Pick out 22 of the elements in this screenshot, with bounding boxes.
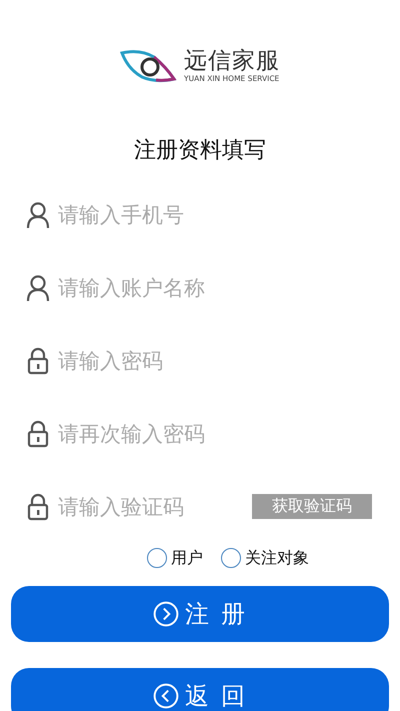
lock-icon xyxy=(26,492,50,520)
lock-icon xyxy=(26,420,50,448)
brand-name: 远信家服 xyxy=(184,48,280,74)
input-field[interactable]: 请输入账户名称 xyxy=(58,276,358,300)
person-icon xyxy=(26,274,50,302)
input-field[interactable]: 请输入验证码 xyxy=(58,494,228,518)
lock-icon xyxy=(26,346,50,374)
radio-label[interactable]: 用户 xyxy=(171,548,203,568)
input-field[interactable]: 请输入手机号 xyxy=(58,202,358,226)
chevron-right-icon xyxy=(153,601,180,627)
radio-label[interactable]: 关注对象 xyxy=(245,548,309,568)
radio-button[interactable] xyxy=(147,548,167,568)
radio-button[interactable] xyxy=(221,548,241,568)
eye-logo-icon xyxy=(120,47,178,85)
get-code-button[interactable]: 获取验证码 xyxy=(252,494,372,519)
input-field[interactable]: 请输入密码 xyxy=(58,348,358,372)
input-field[interactable]: 请再次输入密码 xyxy=(58,422,358,446)
page-title: 注册资料填写 xyxy=(133,137,267,165)
chevron-left-icon xyxy=(153,683,180,709)
person-icon xyxy=(26,200,50,228)
register-button[interactable]: 注 册 xyxy=(11,586,389,642)
back-button[interactable]: 返 回 xyxy=(11,668,389,711)
